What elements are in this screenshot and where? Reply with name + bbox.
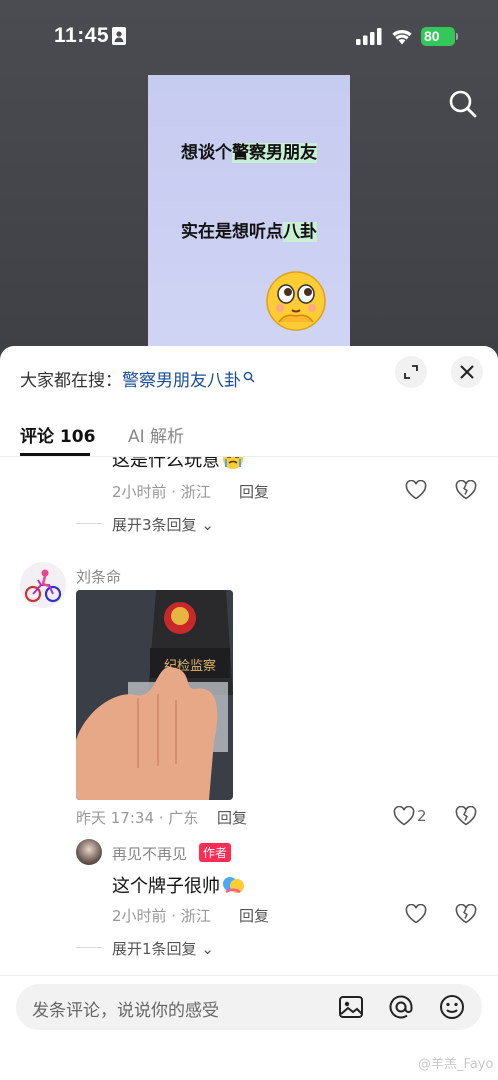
video-caption-line1: 想谈个警察男朋友 <box>181 143 317 163</box>
input-divider <box>0 975 498 976</box>
expand-icon <box>404 365 418 379</box>
like-heart-icon[interactable] <box>405 480 427 500</box>
tab-ai-analysis[interactable]: AI 解析 <box>128 422 184 447</box>
battery-tip <box>456 33 458 40</box>
search-icon[interactable] <box>448 89 478 119</box>
expand-divider <box>76 947 102 948</box>
comment-reply-button[interactable]: 回复 <box>217 807 247 828</box>
author-badge: 作者 <box>199 843 232 862</box>
reply-meta: 2小时前 · 浙江 <box>112 907 211 925</box>
wifi-icon <box>392 29 412 45</box>
comment-image[interactable]: 纪检监察 <box>76 590 233 800</box>
expand-replies-button[interactable]: 展开1条回复 ⌄ <box>112 938 214 959</box>
video-thumbnail[interactable]: 想谈个警察男朋友 实在是想听点八卦 <box>148 75 350 360</box>
emoji-icon[interactable] <box>439 994 465 1020</box>
partial-comment-meta: 2小时前 · 浙江 <box>112 483 211 501</box>
expand-replies-button[interactable]: 展开3条回复 ⌄ <box>112 514 214 535</box>
mention-icon[interactable] <box>388 994 414 1020</box>
cyclist-avatar-icon <box>24 569 62 603</box>
status-time: 11:45 <box>54 24 110 47</box>
dislike-heart-icon[interactable] <box>455 806 477 826</box>
id-card-photo-icon: 纪检监察 <box>76 590 233 800</box>
small-search-icon <box>243 371 255 383</box>
dislike-heart-icon[interactable] <box>455 904 477 924</box>
hug-emoji-icon <box>223 877 244 894</box>
video-caption-line2: 实在是想听点八卦 <box>181 222 317 242</box>
chevron-down-icon: ⌄ <box>201 516 214 534</box>
shy-face-emoji-icon <box>266 271 326 331</box>
reply-avatar[interactable] <box>76 839 102 865</box>
like-heart-icon[interactable] <box>405 904 427 924</box>
comment-meta: 昨天 17:34 · 广东 <box>76 809 199 827</box>
comment-input-placeholder: 发条评论，说说你的感受 <box>32 1001 219 1021</box>
like-count: 2 <box>417 807 427 825</box>
expand-divider <box>76 523 102 524</box>
crying-face-emoji-icon <box>223 457 243 469</box>
comment-sheet: 大家都在搜：警察男朋友八卦 评论 106 AI 解析 这是什么玩意 2小时前 ·… <box>0 346 498 1080</box>
close-button[interactable] <box>451 356 483 388</box>
video-area[interactable]: 11:45 80 想谈个警察男朋友 实在是想听点八卦 <box>0 0 498 360</box>
like-heart-icon[interactable] <box>393 806 415 826</box>
chevron-down-icon: ⌄ <box>201 940 214 958</box>
reply-username[interactable]: 再见不再见 <box>112 843 187 864</box>
status-bar: 11:45 80 <box>0 0 498 72</box>
comment-username[interactable]: 刘条命 <box>76 566 121 587</box>
partial-comment-text: 这是什么玩意 <box>112 457 244 472</box>
watermark: @羊羔_Fayo <box>418 1057 494 1072</box>
signal-icon <box>356 28 382 45</box>
tab-comments[interactable]: 评论 106 <box>20 422 95 447</box>
hot-search-prefix: 大家都在搜： <box>20 371 122 391</box>
reply-reply-button[interactable]: 回复 <box>239 905 269 926</box>
battery-indicator: 80 <box>421 27 455 46</box>
comment-input[interactable]: 发条评论，说说你的感受 <box>16 984 482 1030</box>
dislike-heart-icon[interactable] <box>455 480 477 500</box>
image-icon[interactable] <box>338 994 364 1020</box>
comment-list[interactable]: 这是什么玩意 2小时前 · 浙江 回复 展开3条回复 ⌄ 刘条命 纪检监察 昨天… <box>0 457 498 975</box>
expand-button[interactable] <box>395 356 427 388</box>
person-icon <box>112 27 126 45</box>
avatar[interactable] <box>20 562 66 608</box>
close-icon <box>460 365 474 379</box>
partial-reply-button[interactable]: 回复 <box>239 481 269 502</box>
hot-search-keyword[interactable]: 警察男朋友八卦 <box>122 371 241 391</box>
reply-text: 这个牌子很帅 <box>112 872 244 898</box>
hot-search-bar[interactable]: 大家都在搜：警察男朋友八卦 <box>20 366 255 391</box>
